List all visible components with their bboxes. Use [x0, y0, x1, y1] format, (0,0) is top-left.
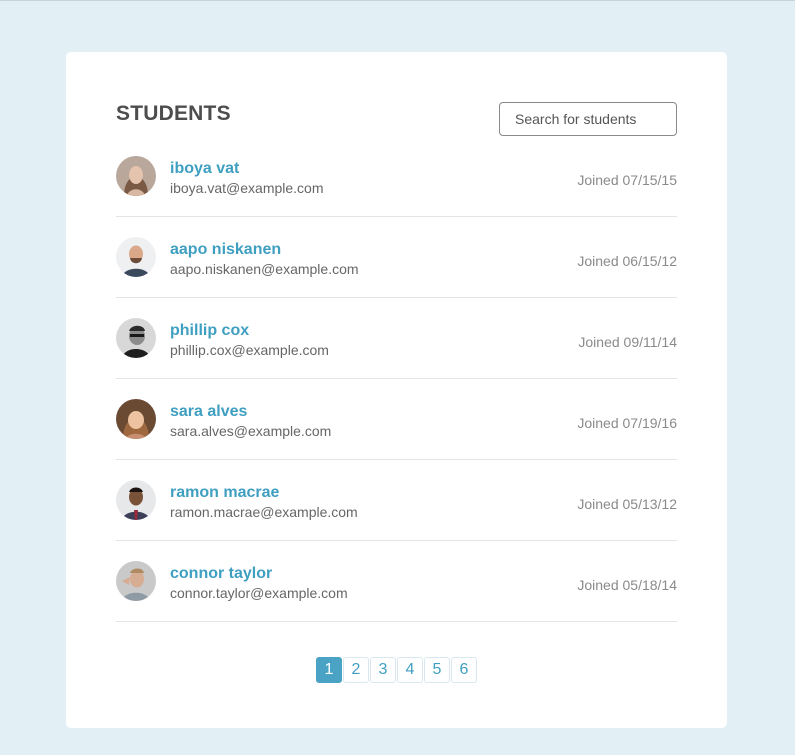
avatar	[116, 156, 156, 196]
joined-date: Joined 06/15/12	[577, 253, 677, 269]
user-photo-icon	[116, 237, 156, 277]
list-item: sara alves sara.alves@example.com Joined…	[116, 379, 677, 460]
student-email: iboya.vat@example.com	[170, 180, 324, 196]
avatar	[116, 237, 156, 277]
top-border	[0, 0, 795, 1]
avatar	[116, 318, 156, 358]
page-title: STUDENTS	[116, 102, 231, 125]
student-email: ramon.macrae@example.com	[170, 504, 358, 520]
student-list: iboya vat iboya.vat@example.com Joined 0…	[116, 136, 677, 622]
student-name[interactable]: phillip cox	[170, 322, 249, 340]
pagination: 1 2 3 4 5 6	[316, 657, 477, 683]
student-email: sara.alves@example.com	[170, 423, 332, 439]
joined-date: Joined 05/18/14	[577, 577, 677, 593]
avatar	[116, 399, 156, 439]
list-item: aapo niskanen aapo.niskanen@example.com …	[116, 217, 677, 298]
avatar	[116, 561, 156, 601]
user-photo-icon	[116, 318, 156, 358]
joined-date: Joined 07/19/16	[577, 415, 677, 431]
student-email: aapo.niskanen@example.com	[170, 261, 359, 277]
list-item: ramon macrae ramon.macrae@example.com Jo…	[116, 460, 677, 541]
student-name[interactable]: connor taylor	[170, 565, 272, 583]
user-photo-icon	[116, 561, 156, 601]
student-name[interactable]: aapo niskanen	[170, 241, 281, 259]
page-button-4[interactable]: 4	[397, 657, 423, 683]
page-button-2[interactable]: 2	[343, 657, 369, 683]
student-email: connor.taylor@example.com	[170, 585, 348, 601]
page-button-3[interactable]: 3	[370, 657, 396, 683]
search-input[interactable]	[499, 102, 677, 136]
students-card: STUDENTS iboya vat iboya.vat@example.com…	[66, 52, 727, 728]
page-button-5[interactable]: 5	[424, 657, 450, 683]
list-item: iboya vat iboya.vat@example.com Joined 0…	[116, 136, 677, 217]
list-item: connor taylor connor.taylor@example.com …	[116, 541, 677, 622]
joined-date: Joined 07/15/15	[577, 172, 677, 188]
student-email: phillip.cox@example.com	[170, 342, 329, 358]
page-button-1[interactable]: 1	[316, 657, 342, 683]
student-name[interactable]: sara alves	[170, 403, 247, 421]
list-item: phillip cox phillip.cox@example.com Join…	[116, 298, 677, 379]
student-name[interactable]: ramon macrae	[170, 484, 279, 502]
avatar	[116, 480, 156, 520]
student-name[interactable]: iboya vat	[170, 160, 239, 178]
user-photo-icon	[116, 480, 156, 520]
user-photo-icon	[116, 399, 156, 439]
joined-date: Joined 05/13/12	[577, 496, 677, 512]
page-button-6[interactable]: 6	[451, 657, 477, 683]
joined-date: Joined 09/11/14	[578, 334, 677, 350]
user-photo-icon	[116, 156, 156, 196]
